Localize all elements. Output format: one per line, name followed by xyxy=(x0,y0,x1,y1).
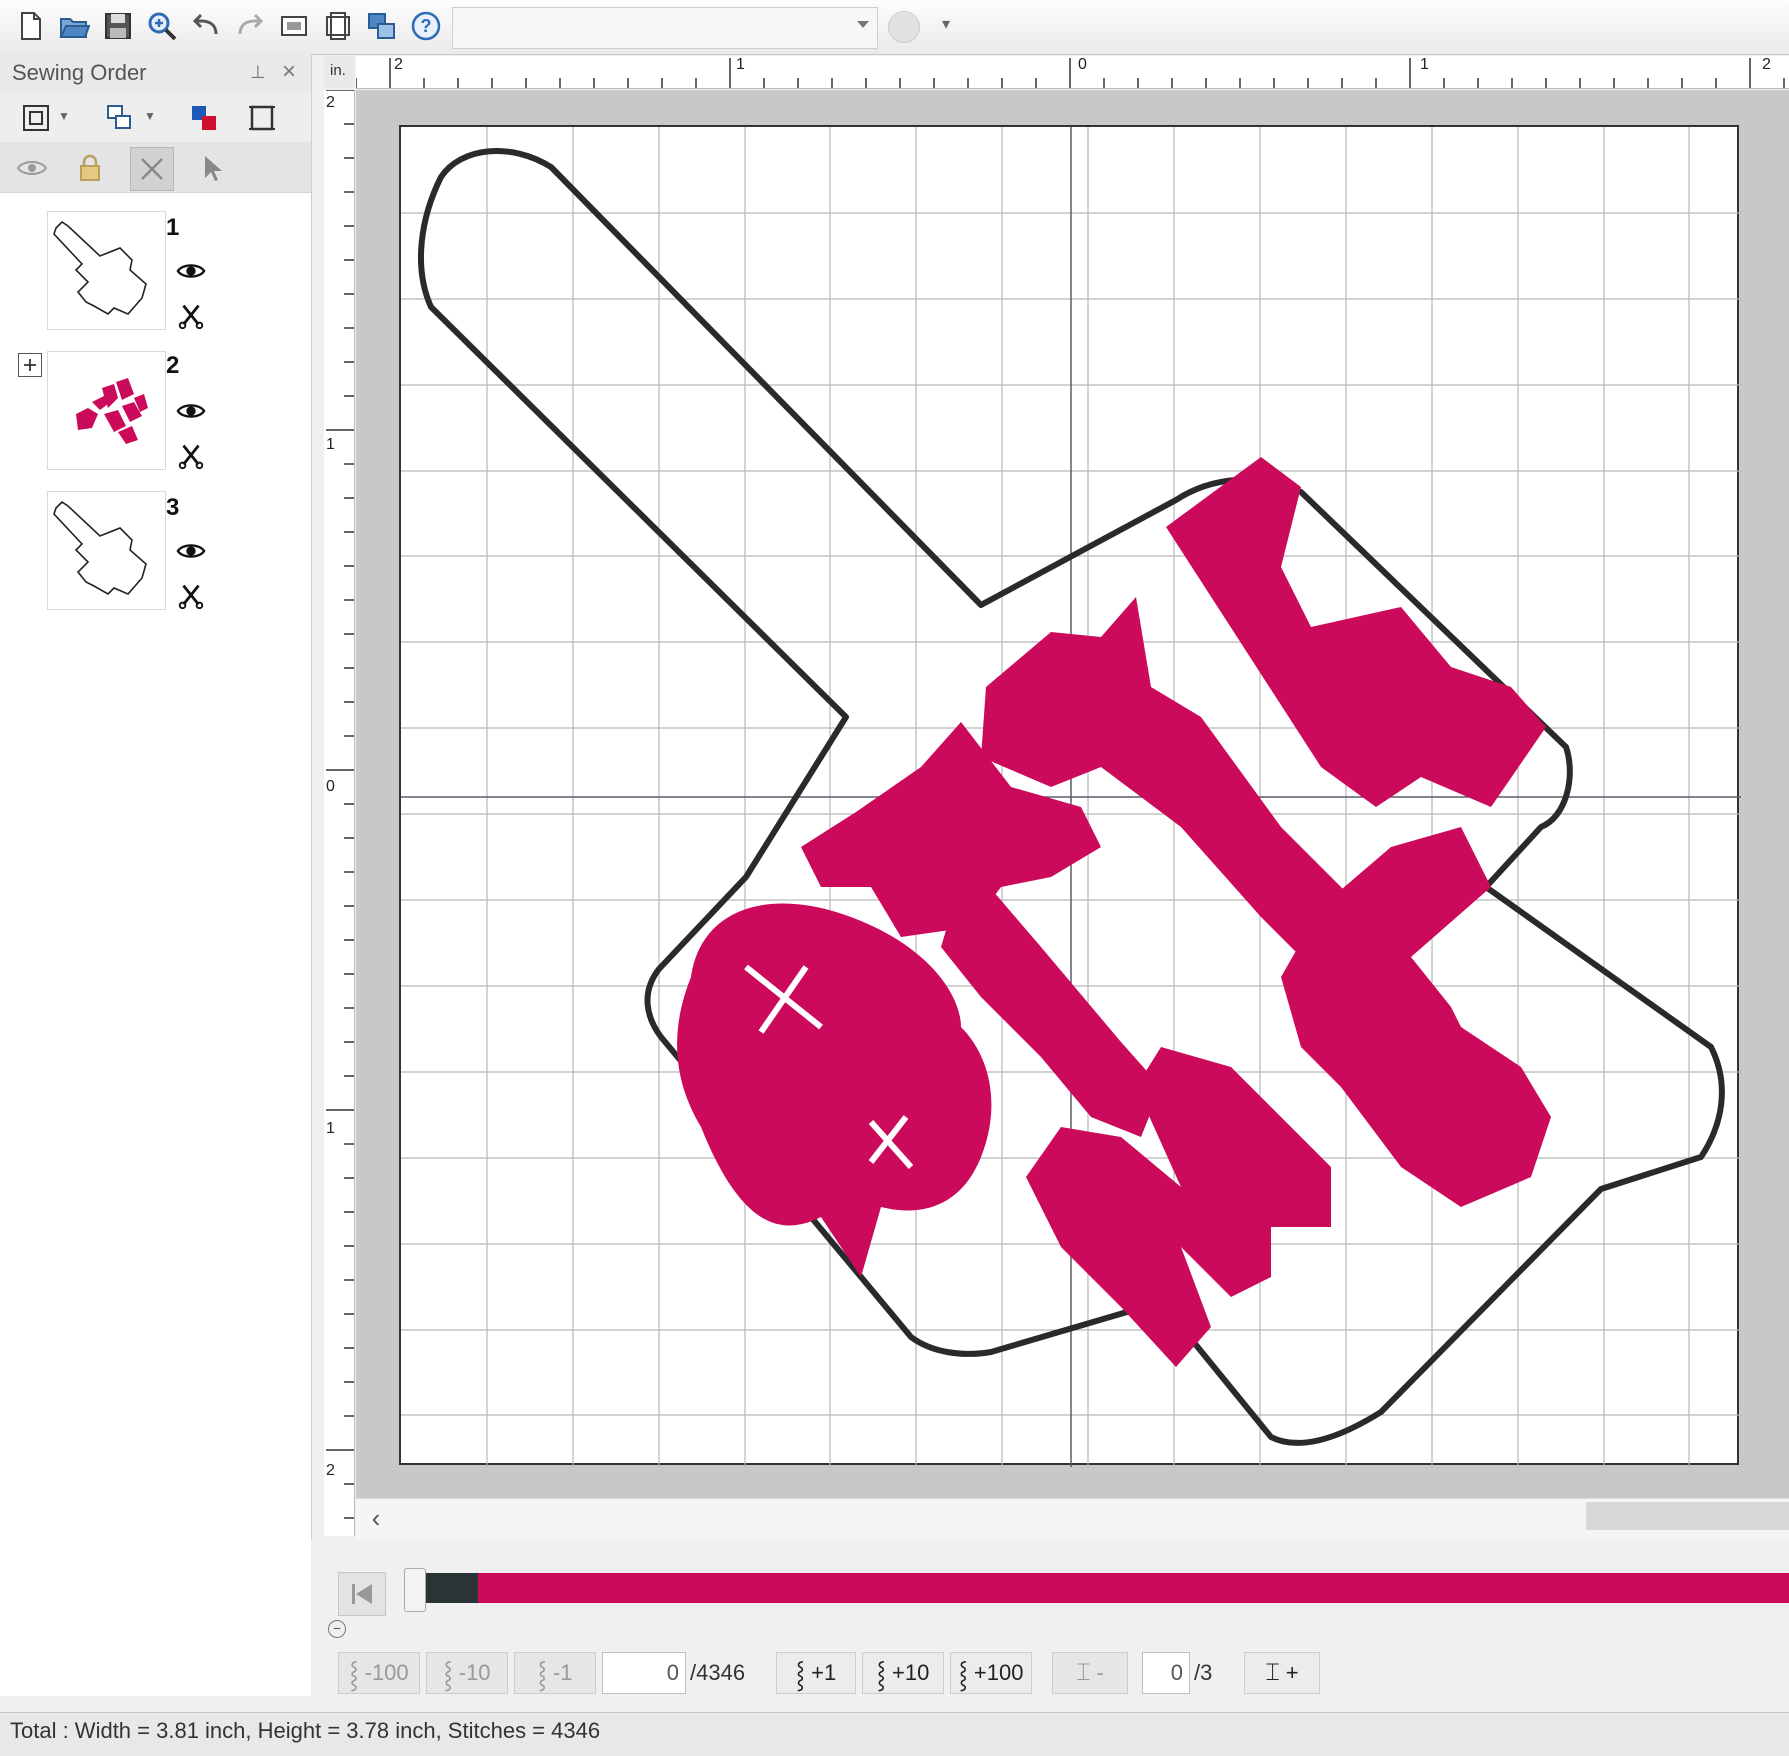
needle-icon: ⸾ xyxy=(537,1659,547,1689)
record-icon[interactable] xyxy=(888,11,920,43)
go-to-start-icon[interactable] xyxy=(338,1572,386,1616)
redo-icon[interactable] xyxy=(232,8,268,44)
fit-view-icon[interactable] xyxy=(18,100,54,136)
horizontal-scrollbar[interactable] xyxy=(356,1498,1789,1539)
embroidery-hoop-area[interactable] xyxy=(399,125,1741,1467)
color-forward-button[interactable]: ⌶ + xyxy=(1244,1652,1320,1694)
ruler-label: 2 xyxy=(394,56,403,73)
panel-toolbar-1: ▼ ▼ xyxy=(0,92,311,142)
step-back-10-button[interactable]: ⸾ -10 xyxy=(426,1652,508,1694)
close-icon[interactable]: × xyxy=(282,58,296,86)
undo-icon[interactable] xyxy=(188,8,224,44)
ruler-label: 0 xyxy=(1078,56,1087,73)
ruler-label: 1 xyxy=(1420,56,1429,73)
frame-icon[interactable] xyxy=(244,100,280,136)
current-color-input[interactable]: 0 xyxy=(1142,1652,1190,1694)
stitch-progress-fill xyxy=(418,1573,478,1603)
chevron-down-icon[interactable]: ▼ xyxy=(58,109,70,123)
scissors-icon[interactable] xyxy=(176,440,206,470)
eye-icon[interactable] xyxy=(176,536,206,566)
ruler-label: 2 xyxy=(326,94,335,111)
open-folder-icon[interactable] xyxy=(56,8,92,44)
scissors-icon[interactable] xyxy=(176,300,206,330)
help-icon[interactable]: ? xyxy=(408,8,444,44)
order-number: 2 xyxy=(166,352,180,379)
page-icon[interactable] xyxy=(320,8,356,44)
order-thumbnail-3[interactable] xyxy=(47,491,166,610)
order-number: 1 xyxy=(166,214,180,241)
needle-icon: ⸾ xyxy=(958,1659,968,1689)
color-sort-icon[interactable] xyxy=(186,100,222,136)
step-back-1-button[interactable]: ⸾ -1 xyxy=(514,1652,596,1694)
save-icon[interactable] xyxy=(100,8,136,44)
ruler-label: 2 xyxy=(1762,56,1771,73)
stitch-progress-bar[interactable] xyxy=(418,1573,1789,1603)
order-thumbnail-1[interactable] xyxy=(47,211,166,330)
needle-icon: ⸾ xyxy=(443,1659,453,1689)
chevron-down-icon xyxy=(857,21,869,28)
lock-icon[interactable] xyxy=(72,150,108,186)
svg-text:?: ? xyxy=(421,16,432,36)
order-number: 3 xyxy=(166,494,180,521)
status-text: Total : Width = 3.81 inch, Height = 3.78… xyxy=(10,1718,601,1743)
group-icon[interactable] xyxy=(102,100,138,136)
transfer-icon[interactable] xyxy=(364,8,400,44)
expand-toggle-icon[interactable] xyxy=(18,353,42,377)
frame-icon: ⌶ xyxy=(1265,1659,1280,1686)
ruler-unit: in. xyxy=(324,56,354,88)
needle-icon: ⸾ xyxy=(795,1659,806,1689)
view-icon[interactable] xyxy=(276,8,312,44)
horizontal-ruler: 2 1 0 1 2 xyxy=(356,56,1789,89)
eye-icon[interactable] xyxy=(176,256,206,286)
ruler-label: 1 xyxy=(736,56,745,73)
current-stitch-input[interactable]: 0 xyxy=(602,1652,686,1694)
frame-icon: ⌶ xyxy=(1076,1659,1091,1686)
scissors-toggle-icon[interactable] xyxy=(130,147,174,191)
design-combo-box[interactable] xyxy=(452,7,878,49)
panel-toolbar-2 xyxy=(0,142,311,193)
needle-icon: ⸾ xyxy=(349,1659,359,1689)
total-colors-label: /3 xyxy=(1194,1660,1213,1685)
order-thumbnail-2[interactable] xyxy=(47,351,166,470)
step-forward-10-button[interactable]: ⸾ +10 xyxy=(862,1652,944,1694)
pin-icon[interactable]: ⊥ xyxy=(250,62,266,83)
ruler-label: 0 xyxy=(326,778,335,795)
color-back-button[interactable]: ⌶ - xyxy=(1052,1652,1128,1694)
zoom-in-icon[interactable] xyxy=(144,8,180,44)
panel-title: Sewing Order xyxy=(12,60,147,85)
overflow-chevron-icon[interactable]: ▾ xyxy=(942,14,950,34)
letter-b xyxy=(677,903,992,1277)
step-forward-1-button[interactable]: ⸾ +1 xyxy=(776,1652,856,1694)
scissors-icon[interactable] xyxy=(176,580,206,610)
needle-icon: ⸾ xyxy=(876,1659,886,1689)
pointer-icon[interactable] xyxy=(194,150,230,186)
chevron-down-icon[interactable]: ▼ xyxy=(144,109,156,123)
step-back-100-button[interactable]: ⸾ -100 xyxy=(338,1652,420,1694)
eye-icon[interactable] xyxy=(176,396,206,426)
total-stitches-label: /4346 xyxy=(690,1660,746,1685)
collapse-icon[interactable]: − xyxy=(328,1620,346,1638)
eye-icon[interactable] xyxy=(14,150,50,186)
vertical-ruler: 2 1 0 1 2 xyxy=(324,90,355,1536)
new-file-icon[interactable] xyxy=(12,8,48,44)
ruler-label: 1 xyxy=(326,1120,335,1137)
ruler-label: 1 xyxy=(326,436,335,453)
ruler-label: 2 xyxy=(326,1462,335,1479)
scroll-left-icon[interactable]: ‹ xyxy=(362,1504,390,1532)
scrollbar-thumb[interactable] xyxy=(1586,1502,1789,1530)
stitch-slider-handle[interactable] xyxy=(404,1568,426,1612)
step-forward-100-button[interactable]: ⸾ +100 xyxy=(950,1652,1032,1694)
